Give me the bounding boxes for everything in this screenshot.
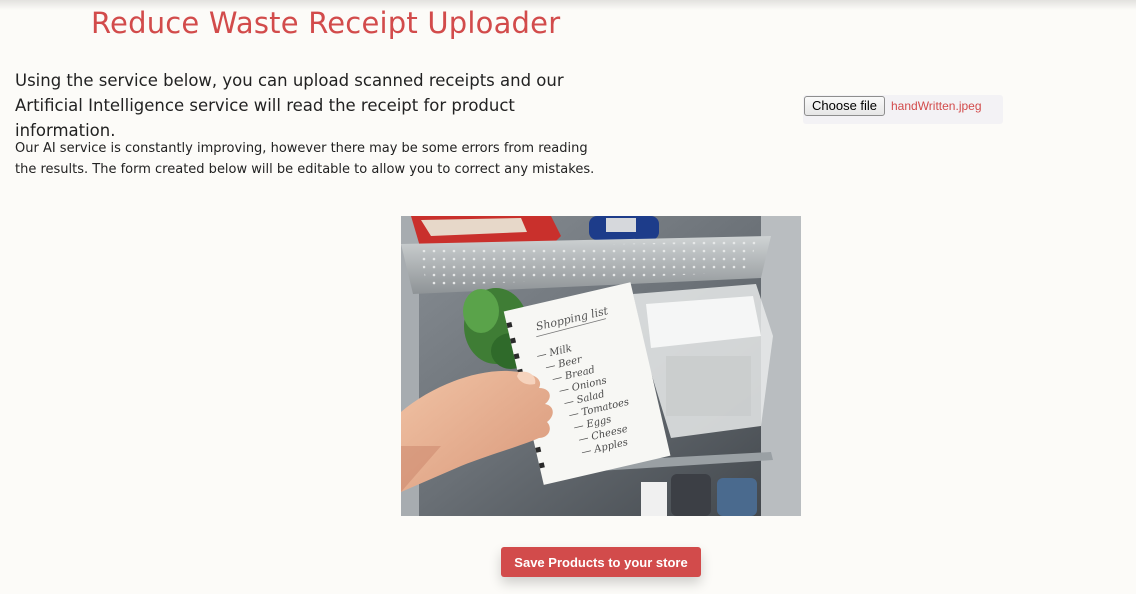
page-title: Reduce Waste Receipt Uploader: [91, 6, 561, 40]
file-upload: Choose file handWritten.jpeg: [803, 95, 1003, 124]
selected-file-name: handWritten.jpeg: [891, 99, 982, 113]
uploaded-receipt-image: Shopping list — Milk — Beer — Bread — Onion…: [401, 216, 801, 516]
note-text: Our AI service is constantly improving, …: [15, 141, 595, 177]
choose-file-button[interactable]: Choose file: [804, 96, 886, 116]
save-products-button[interactable]: Save Products to your store: [501, 547, 701, 577]
intro-text: Using the service below, you can upload …: [15, 71, 564, 140]
